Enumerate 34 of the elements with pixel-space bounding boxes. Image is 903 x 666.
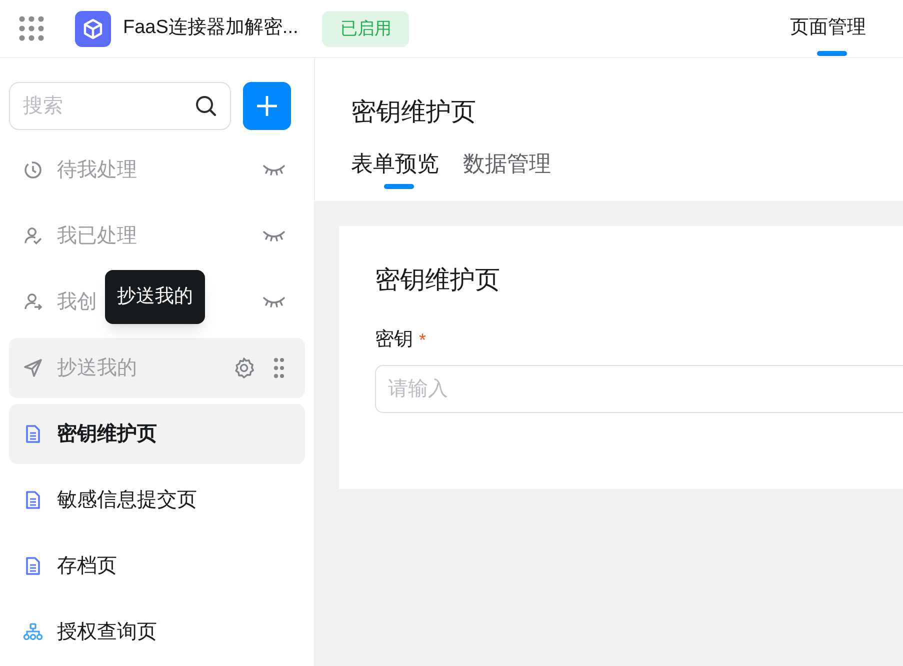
sidebar-item[interactable]: 密钥维护页	[9, 404, 305, 464]
page-tab[interactable]: 数据管理	[463, 148, 551, 189]
tooltip: 抄送我的	[105, 270, 205, 324]
drag-handle-icon[interactable]	[273, 357, 285, 379]
user-check-icon	[23, 226, 43, 246]
page-title: 密钥维护页	[351, 97, 477, 128]
document-icon	[23, 556, 43, 576]
document-icon	[23, 490, 43, 510]
clock-icon	[23, 160, 43, 180]
page-tab[interactable]: 表单预览	[351, 148, 439, 189]
plus-icon	[255, 94, 279, 118]
input-field[interactable]: 请输入	[375, 365, 903, 413]
paper-plane-icon	[23, 358, 43, 378]
user-arrow-icon	[23, 292, 43, 312]
add-button[interactable]	[243, 82, 291, 130]
sidebar-item[interactable]: 存档页	[57, 551, 117, 581]
search-field[interactable]: 搜索	[9, 82, 231, 130]
nav-tab[interactable]: 页面管理	[790, 0, 866, 57]
app-title: FaaS连接器加解密...	[123, 16, 298, 40]
search-icon	[195, 95, 217, 117]
apps-grid-icon[interactable]	[19, 16, 45, 42]
sidebar-item[interactable]: 敏感信息提交页	[57, 485, 197, 515]
cube-icon	[75, 10, 111, 46]
sidebar-item[interactable]: 授权查询页	[57, 617, 157, 647]
closed-eye-icon[interactable]	[263, 296, 285, 308]
required-mark: *	[419, 328, 426, 352]
closed-eye-icon[interactable]	[263, 164, 285, 176]
field-label: 密钥	[375, 328, 413, 352]
form-title: 密钥维护页	[375, 265, 501, 296]
hierarchy-icon	[23, 622, 43, 642]
gear-icon[interactable]	[233, 357, 255, 379]
closed-eye-icon[interactable]	[263, 230, 285, 242]
status-badge: 已启用	[322, 10, 410, 46]
document-icon	[23, 424, 43, 444]
